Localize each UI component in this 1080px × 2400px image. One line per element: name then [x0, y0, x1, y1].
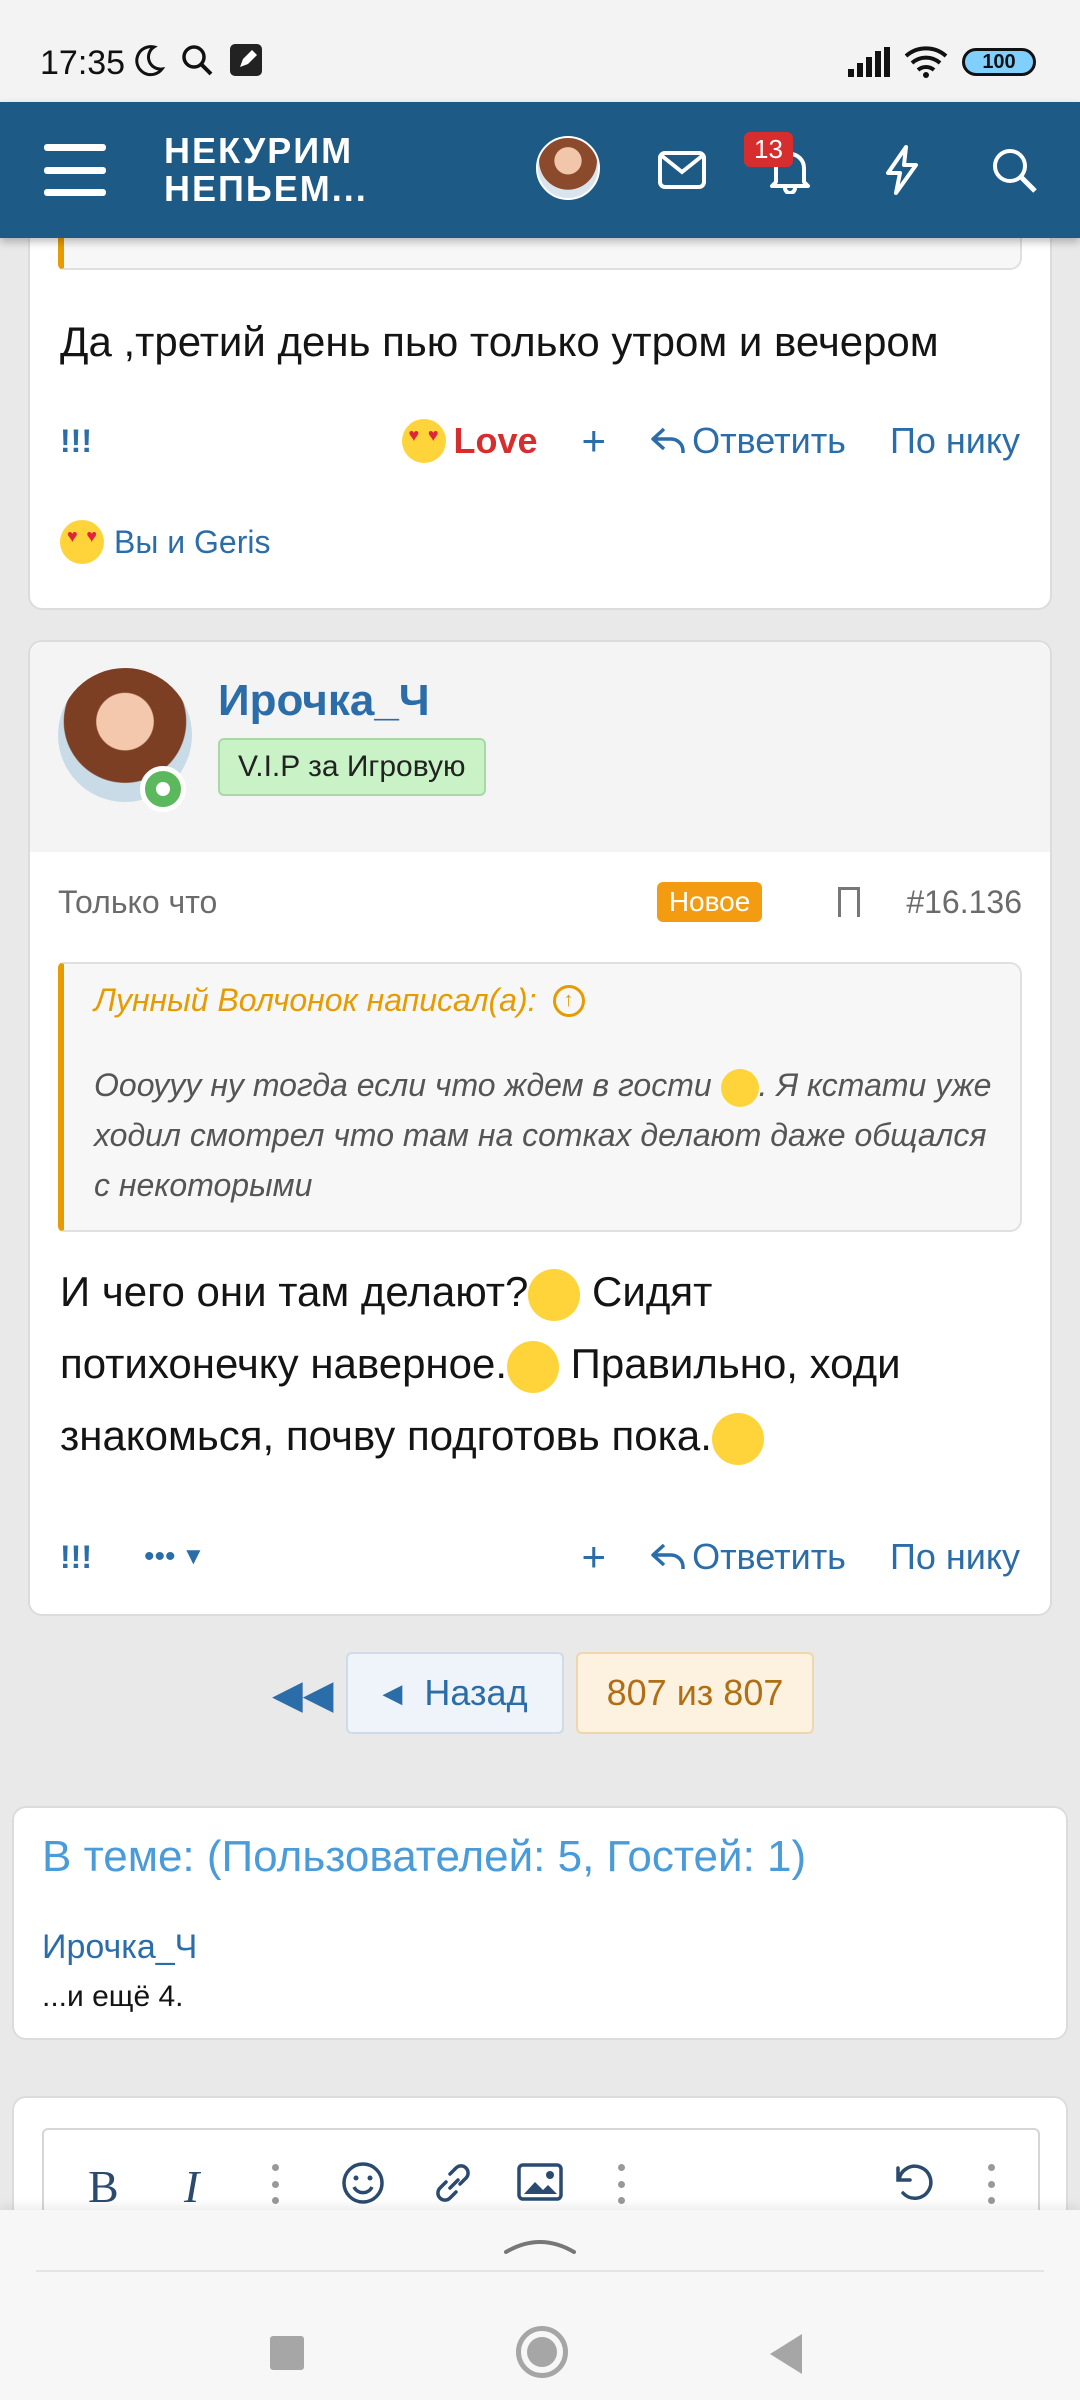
post-actions: !!! ••• ▼ + Ответить По нику	[60, 1532, 1020, 1582]
user-title-badge: V.I.P за Игровую	[218, 738, 486, 796]
reply-label: Ответить	[692, 420, 846, 461]
prev-page-label: Назад	[424, 1672, 528, 1713]
rolling-eyes-emoji-icon	[528, 1268, 581, 1321]
love-label: Love	[453, 420, 538, 461]
prev-page-button[interactable]: ◀ Назад	[346, 1652, 564, 1734]
arrow-up-icon[interactable]: ↑	[552, 984, 585, 1017]
post-message: Да ,третий день пью только утром и вечер…	[60, 318, 939, 365]
multiquote-button[interactable]: +	[582, 417, 607, 465]
message-line: И чего они там делают?	[60, 1268, 529, 1315]
logo-line-2: НЕПЬЕМ...	[164, 168, 368, 209]
reply-icon	[651, 427, 685, 453]
message-line: Сидят	[580, 1268, 713, 1315]
post-meta: Только что Новое #16.136	[58, 880, 1022, 924]
heart-eyes-icon	[401, 419, 446, 463]
smiley-icon[interactable]	[340, 2160, 386, 2217]
site-logo[interactable]: НЕКУРИМ НЕПЬЕМ...	[164, 132, 368, 208]
heart-eyes-icon	[60, 520, 104, 564]
message-line: Правильно, ходи	[559, 1340, 901, 1387]
current-page-indicator[interactable]: 807 из 807	[576, 1652, 814, 1734]
logo-line-1: НЕКУРИМ	[164, 130, 354, 171]
online-status-icon	[140, 766, 186, 812]
more-actions-button[interactable]: ••• ▼	[144, 1540, 205, 1574]
wave-emoji-icon	[711, 1412, 764, 1465]
divider	[36, 2270, 1044, 2272]
thread-viewers-title: В теме: (Пользователей: 5, Гостей: 1)	[42, 1832, 807, 1881]
quote-author-label: Лунный Волчонок написал(а):	[94, 982, 537, 1018]
signal-icon	[848, 47, 890, 77]
recents-button[interactable]	[270, 2336, 304, 2370]
home-button[interactable]	[516, 2326, 568, 2378]
by-nick-button[interactable]: По нику	[890, 1536, 1020, 1578]
system-navigation-bar	[0, 2210, 1080, 2400]
account-avatar[interactable]	[536, 136, 600, 200]
site-header: НЕКУРИМ НЕПЬЕМ... 13	[0, 102, 1080, 238]
message-line: знакомься, почву подготовь пока.	[60, 1412, 712, 1459]
more-label: •••	[143, 1540, 176, 1573]
status-time: 17:35	[40, 44, 126, 82]
caret-down-icon: ▼	[181, 1543, 206, 1570]
status-bar: 17:35 100	[0, 0, 1080, 102]
post-card: Ирочка_Ч V.I.P за Игровую Только что Нов…	[28, 640, 1052, 1616]
post-time[interactable]: Только что	[58, 884, 217, 921]
reactions-summary[interactable]: Вы и Geris	[60, 520, 270, 564]
reactions-text: Вы и Geris	[114, 523, 271, 560]
more-vertical-icon[interactable]	[618, 2164, 626, 2204]
more-vertical-icon[interactable]	[988, 2164, 996, 2204]
grin-emoji-icon	[507, 1340, 560, 1393]
image-icon[interactable]	[516, 2160, 564, 2215]
edit-app-icon	[230, 44, 262, 76]
post-actions: !!! Love + Ответить По нику	[60, 416, 1020, 466]
quote-author[interactable]: Лунный Волчонок написал(а): ↑	[94, 982, 585, 1019]
reply-button[interactable]: Ответить	[650, 1536, 846, 1578]
chevron-up-icon[interactable]	[504, 2232, 576, 2256]
lightning-icon[interactable]	[872, 140, 932, 200]
menu-icon[interactable]	[44, 144, 106, 196]
love-reaction-button[interactable]: Love	[401, 419, 538, 463]
message-line: потихонечку наверное.	[60, 1340, 508, 1387]
more-vertical-icon[interactable]	[272, 2164, 280, 2204]
thread-viewers-block: В теме: (Пользователей: 5, Гостей: 1) Ир…	[12, 1806, 1068, 2040]
reply-label: Ответить	[692, 1536, 846, 1577]
notification-badge: 13	[744, 132, 793, 167]
viewer-link[interactable]: Ирочка_Ч	[42, 1928, 197, 1967]
undo-icon[interactable]	[890, 2160, 936, 2217]
first-page-icon[interactable]: ◀◀	[272, 1672, 334, 1718]
post-username[interactable]: Ирочка_Ч	[218, 676, 430, 726]
quote-text-part: Оооууу ну тогда если что ждем в гости	[94, 1067, 721, 1103]
report-link[interactable]: !!!	[60, 423, 92, 460]
inbox-icon[interactable]	[652, 140, 712, 200]
post-number[interactable]: #16.136	[906, 884, 1022, 921]
editor-toolbar: B I	[44, 2154, 1042, 2214]
search-icon[interactable]	[984, 140, 1044, 200]
battery-icon: 100	[962, 48, 1036, 76]
reply-icon	[651, 1543, 685, 1569]
moon-icon	[135, 45, 166, 77]
viewers-more: ...и ещё 4.	[42, 1980, 184, 2013]
caret-left-icon: ◀	[382, 1677, 403, 1708]
wifi-icon	[904, 46, 948, 78]
quote-text: Оооууу ну тогда если что ждем в гости . …	[94, 1060, 994, 1210]
post-card: Да ,третий день пью только утром и вечер…	[28, 210, 1052, 610]
new-badge: Новое	[656, 882, 763, 922]
pagination: ◀◀ ◀ Назад 807 из 807	[0, 1652, 1080, 1734]
hug-emoji-icon	[720, 1068, 759, 1107]
report-link[interactable]: !!!	[60, 1539, 92, 1576]
post-user-bar: Ирочка_Ч V.I.P за Игровую	[30, 642, 1050, 852]
search-icon	[182, 45, 213, 76]
back-button[interactable]	[770, 2334, 802, 2374]
link-icon[interactable]	[428, 2160, 478, 2217]
quote-block: Лунный Волчонок написал(а): ↑ Оооууу ну …	[58, 962, 1022, 1232]
reply-button[interactable]: Ответить	[650, 420, 846, 462]
by-nick-button[interactable]: По нику	[890, 420, 1020, 462]
bold-button[interactable]: B	[88, 2160, 119, 2213]
italic-button[interactable]: I	[184, 2160, 199, 2213]
multiquote-button[interactable]: +	[582, 1533, 607, 1581]
bookmark-icon[interactable]	[838, 887, 861, 917]
post-message: И чего они там делают? Сидят потихонечку…	[60, 1256, 1020, 1472]
